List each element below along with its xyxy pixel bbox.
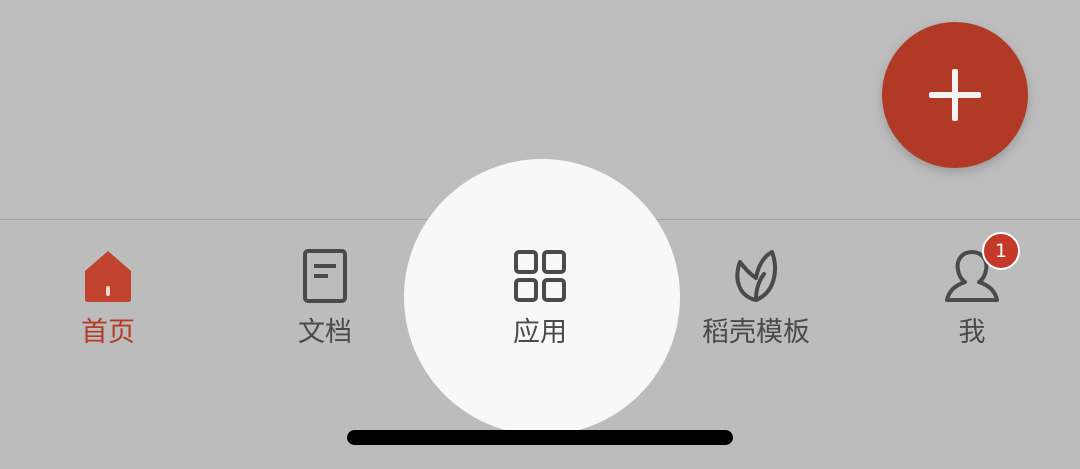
tab-templates-label: 稻壳模板 xyxy=(702,317,810,348)
notification-badge: 1 xyxy=(982,232,1020,270)
tab-templates[interactable]: 稻壳模板 xyxy=(656,244,856,354)
tab-me-label: 我 xyxy=(958,317,986,348)
tab-apps[interactable]: 应用 xyxy=(440,244,640,354)
tab-home-label: 首页 xyxy=(81,317,135,348)
tab-me[interactable]: 1 我 xyxy=(872,232,1072,354)
tab-docs-label: 文档 xyxy=(298,317,352,348)
tab-docs[interactable]: 文档 xyxy=(225,244,425,354)
create-new-button[interactable] xyxy=(882,22,1028,168)
document-icon xyxy=(293,244,357,308)
home-indicator[interactable] xyxy=(347,430,733,445)
tab-home[interactable]: 首页 xyxy=(8,244,208,354)
grid-icon xyxy=(508,244,572,308)
tab-apps-label: 应用 xyxy=(513,317,567,348)
plus-icon xyxy=(929,69,981,121)
user-icon: 1 xyxy=(940,232,1020,308)
home-icon xyxy=(76,244,140,308)
leaf-icon xyxy=(724,244,788,308)
